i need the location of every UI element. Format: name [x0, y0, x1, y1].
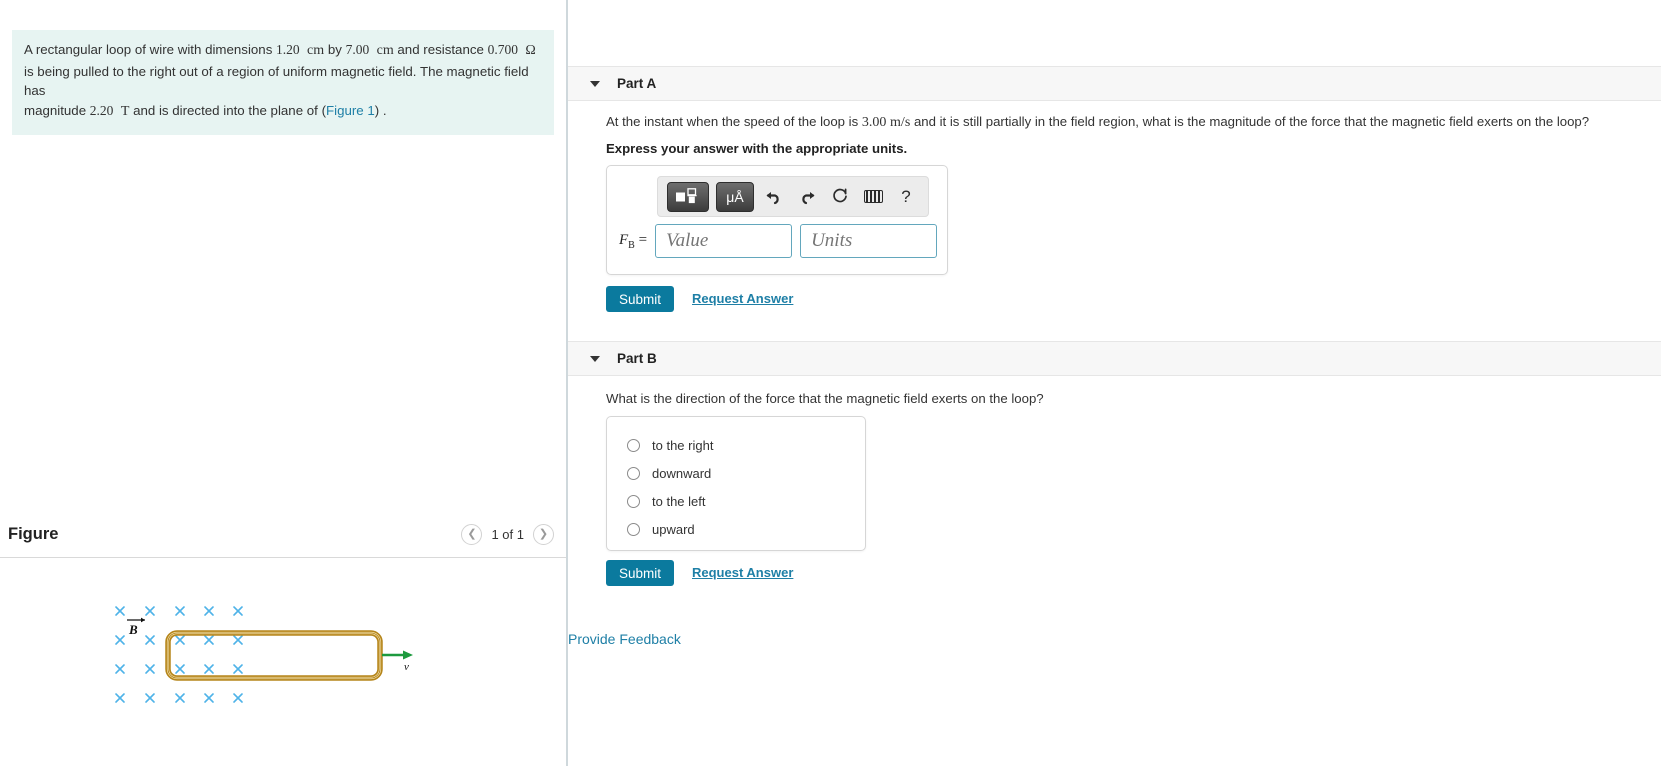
help-button[interactable]: ?: [893, 182, 919, 212]
units-entry-label: μÅ: [726, 188, 744, 205]
equals-sign: =: [638, 231, 648, 248]
figure-next-button[interactable]: ❯: [533, 524, 554, 545]
problem-page: A rectangular loop of wire with dimensio…: [0, 0, 1661, 766]
wire-loop: [165, 630, 383, 681]
problem-line-2: is being pulled to the right out of a re…: [24, 63, 529, 99]
svg-text:B: B: [128, 622, 138, 637]
figure-1-link[interactable]: Figure 1: [326, 103, 375, 118]
radio-label: to the right: [652, 437, 714, 453]
help-label: ?: [901, 186, 911, 206]
radio-option-to-the-right[interactable]: to the right: [607, 431, 865, 459]
reset-circle-icon[interactable]: [827, 182, 853, 212]
chevron-right-icon: ❯: [538, 528, 549, 540]
radio-circle-icon[interactable]: [627, 494, 640, 508]
dimension-1-value: 1.20: [276, 42, 300, 57]
velocity-label: v: [404, 661, 409, 673]
part-a-submit-button[interactable]: Submit: [606, 286, 674, 312]
problem-line-3-end: ) .: [374, 103, 387, 119]
units-entry-button[interactable]: μÅ: [716, 181, 754, 212]
problem-line-3-pre: magnitude: [24, 103, 90, 119]
part-b-options-group: to the right downward to the left upward: [606, 416, 866, 551]
math-toolbar: μÅ ?: [657, 176, 929, 217]
part-b-request-answer-link[interactable]: Request Answer: [692, 565, 793, 580]
part-a-header[interactable]: Part A: [568, 66, 1661, 101]
undo-arrow-icon[interactable]: [761, 182, 787, 212]
radio-option-upward[interactable]: upward: [607, 515, 865, 543]
radio-option-to-the-left[interactable]: to the left: [607, 487, 865, 515]
b-field-label: B: [127, 617, 145, 637]
keyboard-glyph: [863, 190, 883, 203]
resistance-value: 0.700: [487, 42, 518, 57]
part-b-question: What is the direction of the force that …: [606, 391, 1044, 406]
field-magnitude-value: 2.20: [89, 103, 114, 119]
provide-feedback-link[interactable]: Provide Feedback: [568, 631, 681, 647]
dimension-2-value: 7.00: [345, 42, 370, 57]
radio-circle-icon[interactable]: [627, 466, 640, 480]
undo-glyph: [766, 191, 779, 204]
figure-prev-button[interactable]: ❮: [461, 524, 483, 545]
radio-circle-icon[interactable]: [627, 522, 640, 536]
problem-line-3-mid: and is directed into the plane of (: [129, 103, 326, 119]
part-a-question-post: and it is still partially in the field r…: [910, 114, 1590, 129]
radio-option-downward[interactable]: downward: [607, 459, 865, 487]
part-a-question: At the instant when the speed of the loo…: [606, 113, 1589, 133]
speed-unit: m/s: [890, 115, 911, 130]
keyboard-icon[interactable]: [860, 182, 886, 212]
redo-arrow-icon[interactable]: [794, 182, 820, 212]
problem-text-resistance: and resistance: [393, 42, 488, 57]
force-symbol: F: [619, 231, 629, 248]
figure-pagination: ❮ 1 of 1 ❯: [461, 524, 554, 545]
problem-text-intro: A rectangular loop of wire with dimensio…: [24, 42, 277, 57]
figure-title: Figure: [8, 525, 59, 543]
answer-units-input[interactable]: [800, 224, 938, 258]
problem-text-by: by: [324, 42, 346, 57]
magnetic-field-loop-diagram: B v: [115, 606, 413, 703]
radio-label: upward: [652, 521, 695, 537]
redo-glyph: [802, 191, 815, 204]
part-a-label: Part A: [617, 76, 657, 91]
caret-down-icon[interactable]: [590, 355, 600, 362]
part-b-submit-button[interactable]: Submit: [606, 560, 674, 586]
velocity-arrow: v: [382, 650, 413, 673]
figure-page-count: 1 of 1: [491, 527, 524, 542]
speed-value: 3.00: [861, 115, 887, 130]
force-symbol-label: FB =: [619, 232, 647, 251]
right-panel: Part A At the instant when the speed of …: [568, 0, 1661, 766]
chevron-left-icon: ❮: [467, 528, 477, 540]
problem-statement: A rectangular loop of wire with dimensio…: [12, 30, 554, 135]
math-template-icon[interactable]: [667, 181, 709, 212]
figure-header: Figure ❮ 1 of 1 ❯: [0, 512, 566, 558]
radio-label: downward: [652, 465, 712, 481]
part-a-request-answer-link[interactable]: Request Answer: [692, 291, 793, 306]
part-a-answer-box: μÅ ? FB = Value Units: [606, 165, 948, 275]
radio-label: to the left: [652, 493, 706, 509]
reset-glyph: [832, 188, 847, 203]
part-b-header[interactable]: Part B: [568, 341, 1661, 376]
left-panel: A rectangular loop of wire with dimensio…: [0, 0, 568, 766]
part-a-question-pre: At the instant when the speed of the loo…: [606, 114, 862, 129]
part-b-label: Part B: [617, 351, 657, 366]
dimension-2-unit: cm: [376, 43, 394, 58]
force-subscript: B: [628, 239, 635, 251]
figure-image: B v: [0, 560, 568, 766]
part-a-instruction: Express your answer with the appropriate…: [606, 141, 908, 156]
radio-circle-icon[interactable]: [627, 438, 640, 452]
template-glyph: [676, 188, 697, 204]
caret-down-icon[interactable]: [590, 80, 600, 87]
answer-value-input[interactable]: [655, 224, 793, 258]
resistance-unit: Ω: [525, 43, 536, 58]
answer-input-row: FB =: [607, 217, 947, 270]
dimension-1-unit: cm: [307, 43, 325, 58]
